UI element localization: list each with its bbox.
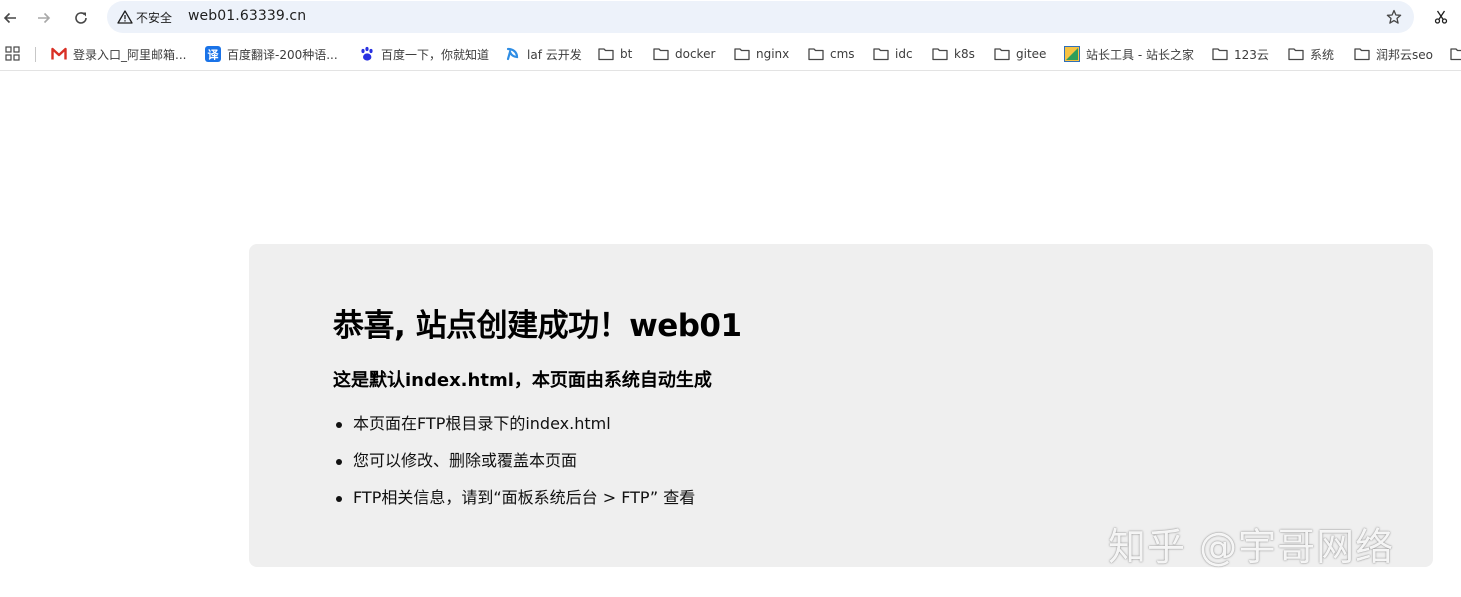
- bookmark-folder-nginx[interactable]: nginx: [734, 44, 789, 64]
- scissors-icon: [1434, 10, 1448, 24]
- security-label: 不安全: [136, 10, 173, 25]
- folder-icon: [598, 46, 614, 62]
- folder-icon: [1212, 46, 1228, 62]
- bullet-icon: [336, 422, 342, 428]
- folder-icon: [1288, 46, 1304, 62]
- bookmark-label: 123云: [1234, 47, 1269, 62]
- extension-button[interactable]: [1429, 5, 1453, 29]
- apps-grid-icon: [5, 46, 20, 61]
- bookmark-label: cms: [830, 47, 855, 61]
- bookmark-folder-system[interactable]: 系统: [1288, 44, 1334, 64]
- bookmark-label: 百度翻译-200种语...: [227, 47, 338, 62]
- star-icon: [1386, 9, 1402, 24]
- bookmark-aliyun-mail[interactable]: 登录入口_阿里邮箱...: [51, 44, 186, 64]
- list-item-text: 您可以修改、删除或覆盖本页面: [353, 451, 578, 470]
- bookmark-label: k8s: [954, 47, 975, 61]
- back-button[interactable]: [0, 5, 23, 31]
- bookmark-folder-docker[interactable]: docker: [653, 44, 715, 64]
- laf-icon: [505, 46, 521, 62]
- bookmark-label: nginx: [756, 47, 790, 61]
- chinaz-icon: [1064, 46, 1080, 62]
- bookmark-folder-runbang-seo[interactable]: 润邦云seo: [1354, 44, 1433, 64]
- bookmark-label: 系统: [1310, 47, 1335, 62]
- bullet-icon: [336, 496, 342, 502]
- back-arrow-icon: [3, 12, 16, 24]
- bookmark-folder-bt[interactable]: bt: [598, 44, 632, 64]
- security-chip[interactable]: 不安全: [113, 5, 178, 29]
- bookmark-label: bt: [620, 47, 633, 61]
- bookmark-folder-123yun[interactable]: 123云: [1212, 44, 1269, 64]
- info-list: 本页面在FTP根目录下的index.html 您可以修改、删除或覆盖本页面 FT…: [333, 412, 695, 523]
- bookmark-laf[interactable]: laf 云开发: [505, 44, 582, 64]
- browser-toolbar: 不安全 web01.63339.cn: [0, 0, 1461, 35]
- gmail-m-icon: [51, 46, 67, 62]
- bookmark-label: 百度一下，你就知道: [381, 47, 490, 62]
- apps-grid-button[interactable]: [5, 46, 21, 62]
- list-item-text: 本页面在FTP根目录下的index.html: [353, 414, 611, 433]
- reload-icon: [75, 12, 87, 24]
- bookmark-folder-idc[interactable]: idc: [873, 44, 913, 64]
- bookmark-star-button[interactable]: [1384, 7, 1404, 27]
- bookmark-label: 润邦云seo: [1376, 47, 1433, 62]
- bookmark-label: 站长工具 - 站长之家: [1086, 47, 1194, 62]
- baidu-paw-icon: [359, 46, 375, 62]
- bookmark-label: idc: [895, 47, 913, 61]
- folder-icon: [994, 46, 1010, 62]
- bookmark-label: gitee: [1016, 47, 1047, 61]
- bookmarks-bar: 登录入口_阿里邮箱... 译 百度翻译-200种语... 百度一下，你就知道 l…: [0, 38, 1461, 71]
- reload-button[interactable]: [68, 5, 94, 31]
- page-subtitle: 这是默认index.html，本页面由系统自动生成: [333, 370, 712, 391]
- bookmark-overflow[interactable]: [1450, 44, 1461, 64]
- folder-icon: [1354, 46, 1370, 62]
- forward-arrow-icon: [38, 12, 51, 24]
- bookmark-label: docker: [675, 47, 716, 61]
- bookmark-label: laf 云开发: [527, 47, 582, 62]
- list-item: FTP相关信息，请到“面板系统后台 > FTP” 查看: [333, 486, 695, 523]
- translate-icon: 译: [205, 46, 221, 62]
- svg-text:译: 译: [208, 49, 220, 62]
- warning-triangle-icon: [117, 10, 133, 24]
- bookmark-folder-k8s[interactable]: k8s: [932, 44, 975, 64]
- bookmark-label: 登录入口_阿里邮箱...: [73, 47, 187, 62]
- bullet-icon: [336, 459, 342, 465]
- folder-icon: [808, 46, 824, 62]
- list-item: 本页面在FTP根目录下的index.html: [333, 412, 695, 449]
- list-item: 您可以修改、删除或覆盖本页面: [333, 449, 695, 486]
- folder-icon: [734, 46, 750, 62]
- address-bar[interactable]: 不安全 web01.63339.cn: [107, 1, 1414, 33]
- bookmark-folder-cms[interactable]: cms: [808, 44, 855, 64]
- bookmarks-separator: [35, 47, 36, 62]
- folder-icon: [1450, 46, 1461, 62]
- folder-icon: [653, 46, 669, 62]
- page-title: 恭喜, 站点创建成功！web01: [333, 308, 742, 344]
- url-text[interactable]: web01.63339.cn: [188, 8, 306, 24]
- watermark: 知乎 @宇哥网络: [1108, 525, 1395, 569]
- folder-icon: [932, 46, 948, 62]
- folder-icon: [873, 46, 889, 62]
- bookmark-chinaz[interactable]: 站长工具 - 站长之家: [1064, 44, 1194, 64]
- list-item-text: FTP相关信息，请到“面板系统后台 > FTP” 查看: [353, 488, 696, 507]
- bookmark-baidu[interactable]: 百度一下，你就知道: [359, 44, 489, 64]
- forward-button[interactable]: [31, 5, 57, 31]
- bookmark-baidu-translate[interactable]: 译 百度翻译-200种语...: [205, 44, 338, 64]
- bookmark-folder-gitee[interactable]: gitee: [994, 44, 1046, 64]
